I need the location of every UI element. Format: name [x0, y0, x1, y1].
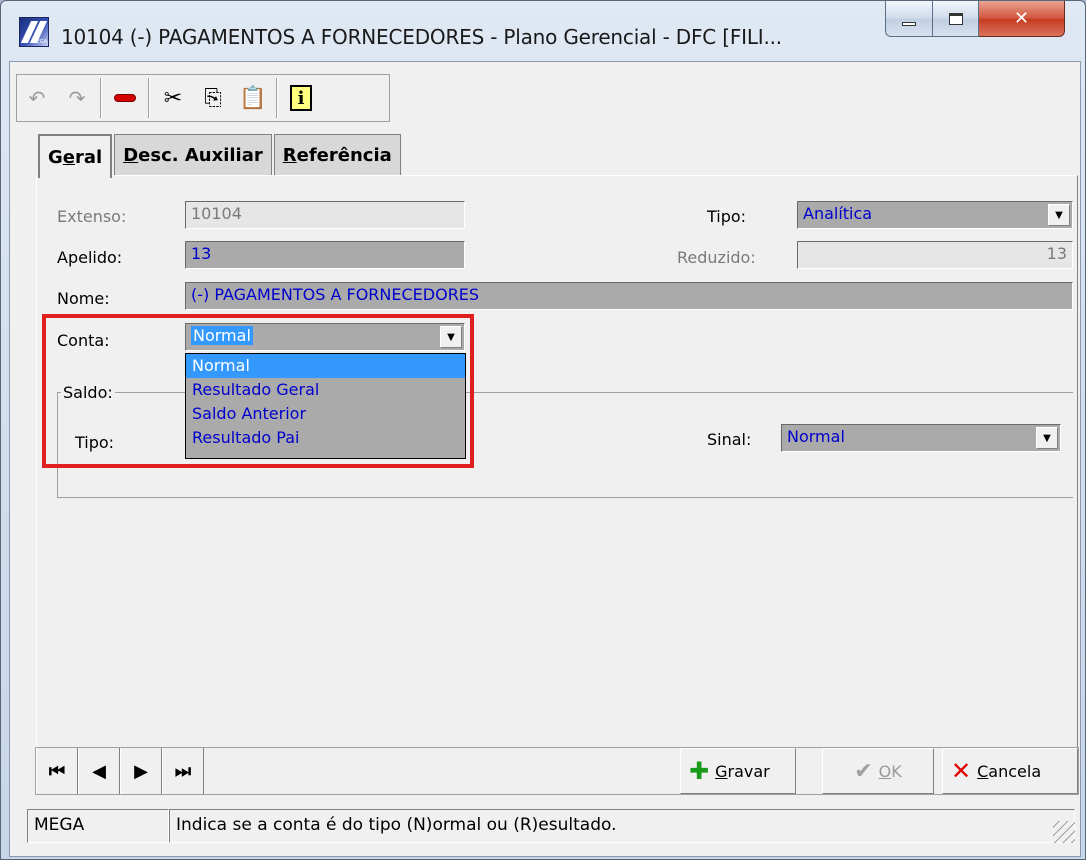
paste-icon[interactable]: 📋 — [233, 78, 273, 118]
sinal-label: Sinal: — [707, 430, 752, 449]
application-window: MEGA 10104 (-) PAGAMENTOS A FORNECEDORES… — [0, 0, 1086, 860]
record-navigation-bar: ⏮ ◀ ▶ ⏭ ✚ Gravar ✔ OK ✕ Cancela — [35, 747, 1079, 795]
status-company: MEGA — [27, 809, 169, 843]
reduzido-label: Reduzido: — [677, 248, 756, 267]
tab-strip: Ge ral Desc. Auxiliar Referência — [38, 134, 403, 178]
reduzido-field: 13 — [797, 241, 1073, 269]
previous-record-button[interactable]: ◀ — [78, 748, 120, 794]
last-record-icon: ⏭ — [174, 760, 192, 782]
plus-icon: ✚ — [689, 757, 710, 785]
tab-geral-label: G — [48, 146, 63, 168]
conta-option-saldo-anterior[interactable]: Saldo Anterior — [186, 402, 465, 426]
gravar-label: Gravar — [715, 762, 770, 781]
chevron-down-icon[interactable]: ▼ — [440, 326, 462, 348]
resize-grip-icon[interactable] — [1053, 821, 1075, 843]
tab-ref-label: eferência — [296, 145, 392, 166]
undo-icon[interactable]: ↶ — [17, 78, 57, 118]
cancel-x-icon: ✕ — [951, 757, 972, 785]
toolbar-separator — [100, 78, 102, 118]
minimize-button[interactable] — [885, 1, 933, 37]
conta-select[interactable]: Normal ▼ — [185, 323, 465, 351]
next-record-button[interactable]: ▶ — [120, 748, 162, 794]
maximize-icon — [948, 12, 963, 25]
apelido-field[interactable]: 13 — [185, 241, 465, 269]
tipo-select-value: Analítica — [803, 204, 873, 223]
ok-label: OK — [879, 762, 902, 781]
extenso-label: Extenso: — [57, 207, 127, 226]
scissors-icon[interactable]: ✂ — [153, 78, 193, 118]
delete-record-icon — [114, 94, 136, 102]
chevron-down-icon[interactable]: ▼ — [1036, 427, 1058, 449]
nome-label: Nome: — [57, 289, 110, 308]
app-logo-icon[interactable]: MEGA — [19, 17, 49, 47]
cancela-label-rest: ancela — [988, 761, 1042, 781]
tab-geral[interactable]: Ge ral — [38, 134, 113, 178]
close-button[interactable]: ✕ — [979, 1, 1065, 37]
maximize-button[interactable] — [933, 1, 979, 37]
ok-button[interactable]: ✔ OK — [822, 748, 934, 794]
info-button[interactable]: i — [281, 78, 321, 118]
first-record-button[interactable]: ⏮ — [36, 748, 78, 794]
toolbar: ↶ ↷ ✂ ⎘ 📋 i — [16, 74, 390, 122]
tab-desc-label: esc. Auxiliar — [138, 145, 263, 166]
tab-geral-label-rest: ral — [75, 146, 103, 168]
app-logo-text: MEGA — [32, 39, 47, 45]
first-record-icon: ⏮ — [48, 760, 66, 782]
conta-dropdown-list: Normal Resultado Geral Saldo Anterior Re… — [185, 353, 466, 459]
nome-field[interactable]: (-) PAGAMENTOS A FORNECEDORES — [185, 282, 1073, 310]
tipo-select[interactable]: Analítica ▼ — [797, 201, 1073, 229]
redo-icon[interactable]: ↷ — [57, 78, 97, 118]
sinal-select-value: Normal — [787, 427, 845, 446]
minimize-icon — [902, 21, 916, 26]
next-record-icon: ▶ — [134, 760, 148, 782]
tab-desc-auxiliar[interactable]: Desc. Auxiliar — [114, 134, 272, 176]
conta-option-normal[interactable]: Normal — [186, 354, 465, 378]
copy-icon[interactable]: ⎘ — [193, 78, 233, 118]
conta-option-resultado-geral[interactable]: Resultado Geral — [186, 378, 465, 402]
ok-label-rest: K — [891, 761, 902, 781]
last-record-button[interactable]: ⏭ — [162, 748, 204, 794]
delete-record-button[interactable] — [105, 78, 145, 118]
info-icon: i — [290, 85, 312, 111]
cancela-button[interactable]: ✕ Cancela — [942, 748, 1078, 794]
cancela-accesskey: C — [977, 761, 989, 781]
apelido-label: Apelido: — [57, 248, 123, 267]
gravar-label-rest: ravar — [727, 761, 770, 781]
conta-select-value: Normal — [191, 326, 253, 345]
tab-ref-accesskey: R — [282, 145, 297, 166]
toolbar-separator — [276, 78, 278, 118]
tab-referencia[interactable]: Referência — [273, 134, 401, 176]
saldo-group-title: Saldo: — [61, 383, 115, 402]
window-title: 10104 (-) PAGAMENTOS A FORNECEDORES - Pl… — [61, 25, 782, 49]
conta-option-resultado-pai[interactable]: Resultado Pai — [186, 426, 465, 450]
title-bar[interactable]: MEGA 10104 (-) PAGAMENTOS A FORNECEDORES… — [1, 1, 1085, 59]
extenso-field: 10104 — [185, 201, 465, 229]
status-bar: MEGA Indica se a conta é do tipo (N)orma… — [27, 809, 1075, 843]
status-message: Indica se a conta é do tipo (N)ormal ou … — [169, 809, 1075, 843]
tab-desc-accesskey: D — [123, 145, 139, 166]
ok-accesskey: O — [878, 761, 892, 781]
chevron-down-icon[interactable]: ▼ — [1048, 204, 1070, 226]
tipo-label: Tipo: — [707, 207, 747, 226]
conta-label: Conta: — [57, 331, 110, 350]
check-icon: ✔ — [854, 758, 873, 784]
gravar-button[interactable]: ✚ Gravar — [680, 748, 796, 794]
toolbar-separator — [148, 78, 150, 118]
tab-geral-accesskey: e — [62, 146, 75, 168]
previous-record-icon: ◀ — [92, 760, 106, 782]
gravar-accesskey: G — [715, 761, 728, 781]
window-controls: ✕ — [885, 1, 1065, 37]
close-icon: ✕ — [1013, 8, 1030, 29]
saldo-tipo-label: Tipo: — [75, 433, 115, 452]
sinal-select[interactable]: Normal ▼ — [781, 424, 1061, 452]
cancela-label: Cancela — [977, 762, 1041, 781]
